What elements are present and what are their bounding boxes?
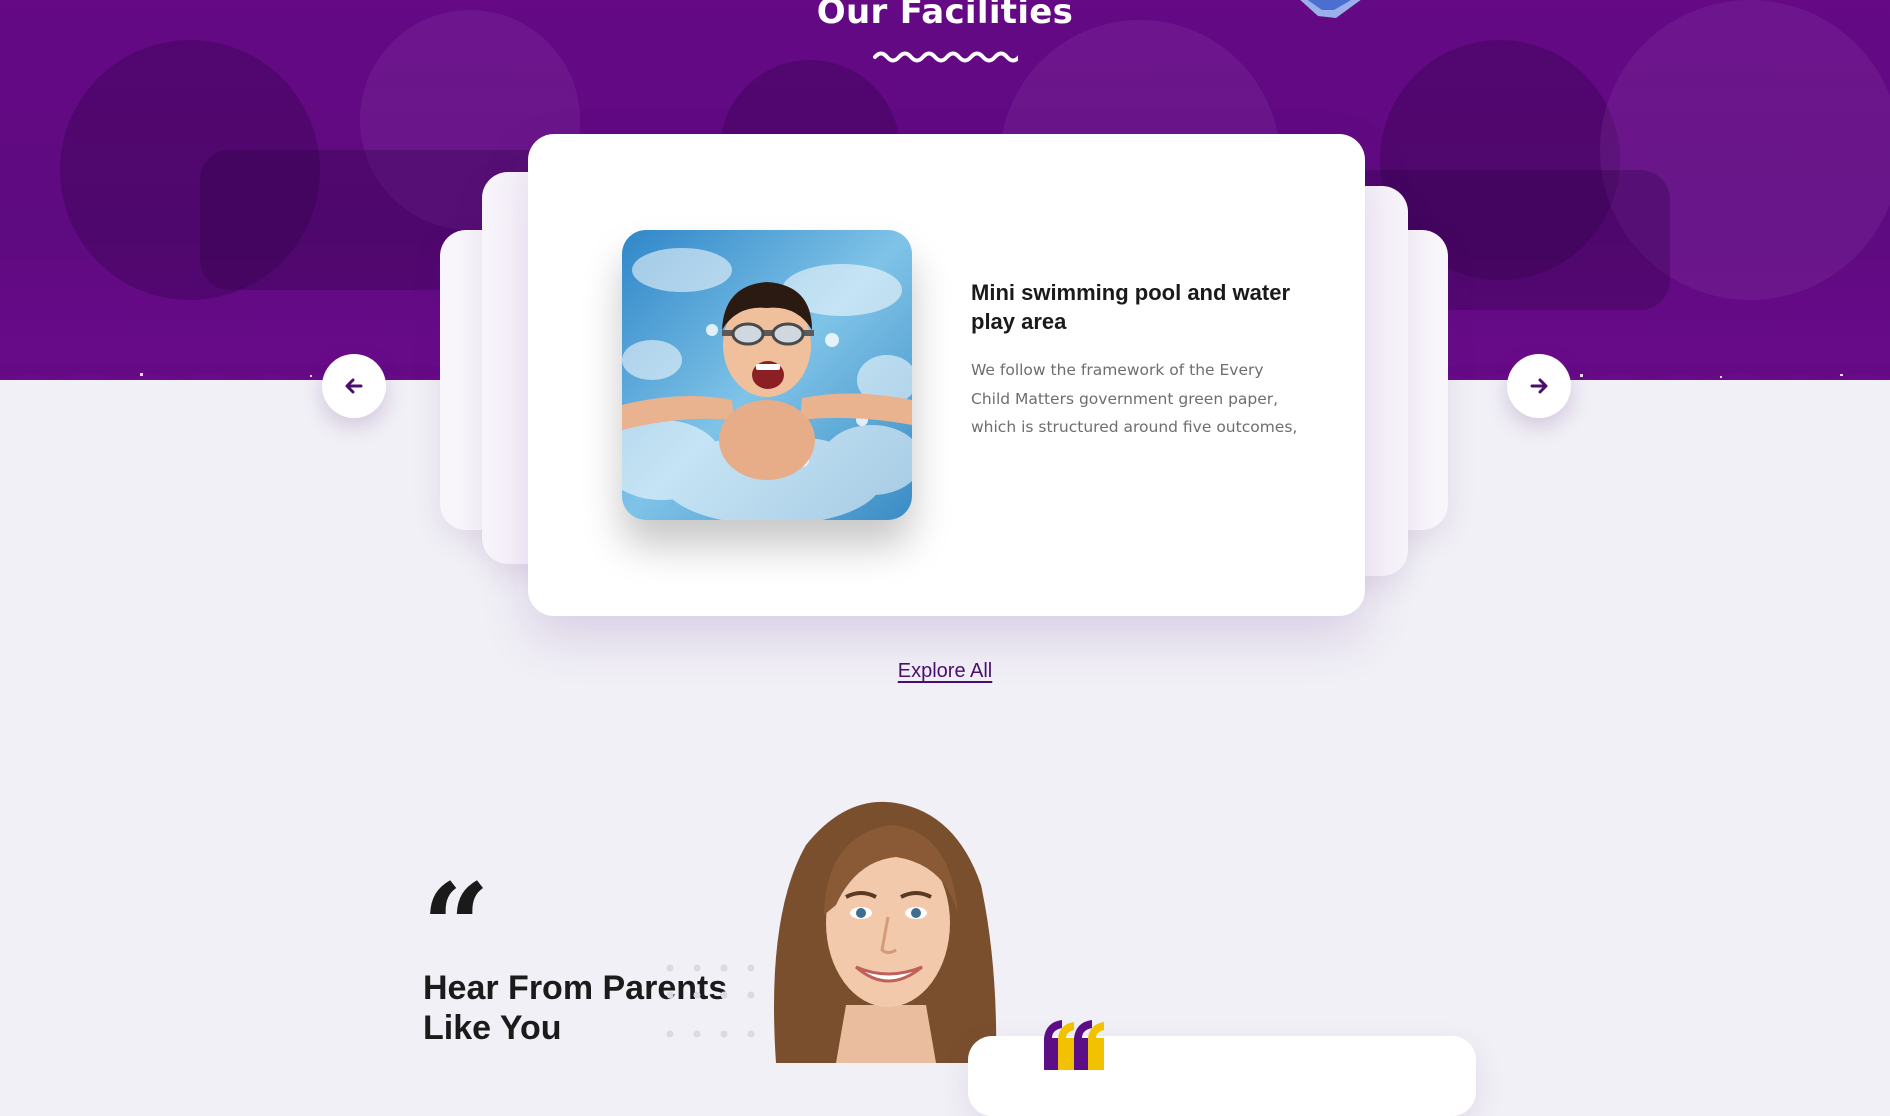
facility-card[interactable]: Mini swimming pool and water play area W… (528, 134, 1365, 616)
child-swimming-photo-icon (622, 230, 912, 520)
carousel-next-button[interactable] (1507, 354, 1571, 418)
arrow-right-icon (1530, 378, 1548, 394)
arrow-left-icon (345, 378, 363, 394)
quote-accent-icon (1044, 1020, 1104, 1070)
facility-title: Mini swimming pool and water play area (971, 280, 1291, 334)
carousel-prev-button[interactable] (322, 354, 386, 418)
parent-portrait-photo (736, 795, 1036, 1063)
parent-portrait-icon (774, 801, 997, 1063)
title-wave-decoration (873, 51, 1018, 63)
testimonials-heading-line2: Like You (423, 1009, 562, 1047)
explore-all-link[interactable]: Explore All (0, 660, 1890, 683)
section-title: Our Facilities (816, 0, 1074, 32)
facility-description: We follow the framework of the Every Chi… (971, 361, 1298, 436)
facility-image (622, 230, 912, 520)
